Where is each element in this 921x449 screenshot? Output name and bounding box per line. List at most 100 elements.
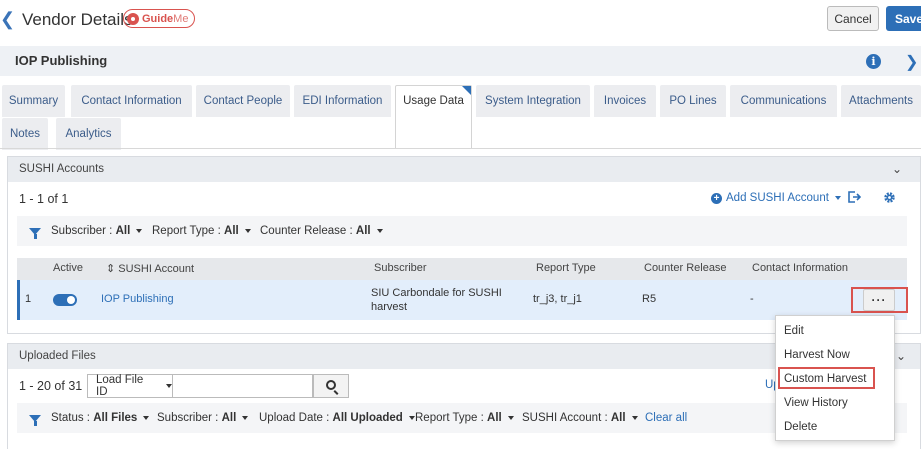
- add-sushi-account-button[interactable]: + Add SUSHI Account: [711, 192, 841, 204]
- menu-item-delete[interactable]: Delete: [784, 421, 817, 433]
- guide-me-icon: [127, 12, 139, 25]
- filter-value: All Uploaded: [332, 412, 403, 424]
- sushi-filter-bar: [17, 216, 907, 246]
- vendor-name: IOP Publishing: [15, 53, 108, 68]
- filter-label: Report Type :: [152, 225, 221, 237]
- back-arrow-icon[interactable]: ❮: [0, 9, 15, 29]
- filter-label: Upload Date :: [259, 412, 330, 424]
- column-counter-release[interactable]: Counter Release: [644, 262, 727, 274]
- plus-icon: +: [711, 192, 722, 204]
- filter-label: SUSHI Account :: [522, 412, 608, 424]
- menu-item-harvest-now[interactable]: Harvest Now: [784, 349, 850, 361]
- tab-system-integration[interactable]: System Integration: [476, 85, 590, 117]
- tab-po-lines[interactable]: PO Lines: [660, 85, 726, 117]
- search-field-label: Load File ID: [96, 374, 144, 398]
- tab-usage-data[interactable]: Usage Data: [395, 85, 472, 149]
- row-number: 1: [25, 293, 32, 305]
- column-contact-information[interactable]: Contact Information: [752, 262, 848, 274]
- caret-down-icon: [408, 415, 415, 420]
- gear-icon[interactable]: [883, 191, 896, 204]
- tab-communications[interactable]: Communications: [730, 85, 837, 117]
- uploaded-record-count: 1 - 20 of 31: [19, 379, 83, 393]
- search-icon: [326, 380, 336, 390]
- guide-me-button[interactable]: Guide Me: [123, 9, 196, 28]
- add-sushi-account-label: Add SUSHI Account: [726, 192, 829, 204]
- search-input[interactable]: [172, 374, 313, 398]
- filter-icon: [29, 415, 41, 426]
- subscriber-line-1: SIU Carbondale for SUSHI: [371, 287, 502, 299]
- chevron-down-icon[interactable]: ⌄: [892, 162, 902, 176]
- filter-value: All: [355, 225, 371, 237]
- menu-item-edit[interactable]: Edit: [784, 325, 804, 337]
- save-button[interactable]: Save: [886, 6, 921, 31]
- filter-sushi-account[interactable]: SUSHI Account : All: [522, 412, 638, 424]
- filter-value: All: [221, 412, 237, 424]
- tab-contact-information[interactable]: Contact Information: [71, 85, 192, 117]
- active-toggle[interactable]: [53, 294, 77, 306]
- caret-down-icon: [834, 196, 841, 200]
- caret-down-icon: [631, 415, 638, 420]
- search-button[interactable]: [313, 374, 349, 398]
- filter-value: All Files: [93, 412, 138, 424]
- tab-notes[interactable]: Notes: [2, 118, 48, 150]
- filter-subscriber[interactable]: Subscriber : All: [51, 225, 143, 237]
- row-actions-button[interactable]: ···: [863, 289, 895, 311]
- filter-value: All: [224, 225, 239, 237]
- filter-counter-release[interactable]: Counter Release : All: [260, 225, 383, 237]
- filter-report-type[interactable]: Report Type : All: [415, 412, 514, 424]
- filter-label: Status :: [51, 412, 90, 424]
- caret-down-icon: [143, 415, 150, 420]
- menu-item-view-history[interactable]: View History: [784, 397, 848, 409]
- tab-invoices[interactable]: Invoices: [594, 85, 656, 117]
- vendor-bar: [0, 46, 921, 76]
- filter-subscriber[interactable]: Subscriber : All: [157, 412, 249, 424]
- column-label: SUSHI Account: [118, 263, 195, 275]
- active-tab-marker: [462, 86, 471, 95]
- filter-label: Subscriber :: [51, 225, 113, 237]
- contact-information-value: -: [750, 293, 754, 305]
- filter-label: Counter Release :: [260, 225, 353, 237]
- column-active[interactable]: Active: [53, 262, 83, 274]
- filter-value: All: [610, 412, 626, 424]
- page-title: Vendor Details: [22, 10, 133, 29]
- chevron-down-icon[interactable]: ⌄: [896, 349, 906, 363]
- filter-value: All: [115, 225, 131, 237]
- report-type-value: tr_j3, tr_j1: [533, 293, 582, 305]
- tab-edi-information[interactable]: EDI Information: [294, 85, 391, 117]
- column-sushi-account[interactable]: ⇕ SUSHI Account: [106, 262, 194, 275]
- filter-value: All: [487, 412, 502, 424]
- filter-label: Report Type :: [415, 412, 484, 424]
- caret-down-icon: [507, 415, 514, 420]
- filter-icon: [29, 228, 41, 239]
- export-icon[interactable]: [847, 190, 862, 204]
- caret-down-icon: [376, 228, 383, 233]
- tab-divider: [0, 148, 921, 149]
- sushi-account-link[interactable]: IOP Publishing: [101, 293, 174, 305]
- info-icon[interactable]: i: [866, 54, 881, 69]
- caret-down-icon: [136, 228, 143, 233]
- filter-report-type[interactable]: Report Type : All: [152, 225, 251, 237]
- tab-summary[interactable]: Summary: [2, 85, 65, 117]
- filter-status[interactable]: Status : All Files: [51, 412, 150, 424]
- counter-release-value: R5: [642, 293, 657, 305]
- guide-me-label-suffix: Me: [173, 12, 189, 25]
- tab-attachments[interactable]: Attachments: [841, 85, 921, 117]
- search-field-select[interactable]: Load File ID: [87, 374, 173, 398]
- tab-analytics[interactable]: Analytics: [56, 118, 121, 150]
- chevron-right-icon[interactable]: ❯: [905, 52, 918, 72]
- tab-contact-people[interactable]: Contact People: [196, 85, 290, 117]
- filter-label: Subscriber :: [157, 412, 219, 424]
- column-subscriber[interactable]: Subscriber: [374, 262, 427, 274]
- sushi-section-header[interactable]: [8, 157, 920, 182]
- cancel-button[interactable]: Cancel: [827, 6, 879, 31]
- guide-me-label: Guide: [142, 12, 174, 25]
- sort-icon: ⇕: [106, 263, 116, 275]
- caret-down-icon: [242, 415, 249, 420]
- caret-down-icon: [244, 228, 251, 233]
- sushi-section-title: SUSHI Accounts: [19, 163, 105, 175]
- filter-upload-date[interactable]: Upload Date : All Uploaded: [259, 412, 415, 424]
- custom-harvest-highlight: [778, 367, 875, 389]
- clear-all-link[interactable]: Clear all: [645, 412, 687, 424]
- column-report-type[interactable]: Report Type: [536, 262, 596, 274]
- sushi-record-count: 1 - 1 of 1: [19, 192, 69, 206]
